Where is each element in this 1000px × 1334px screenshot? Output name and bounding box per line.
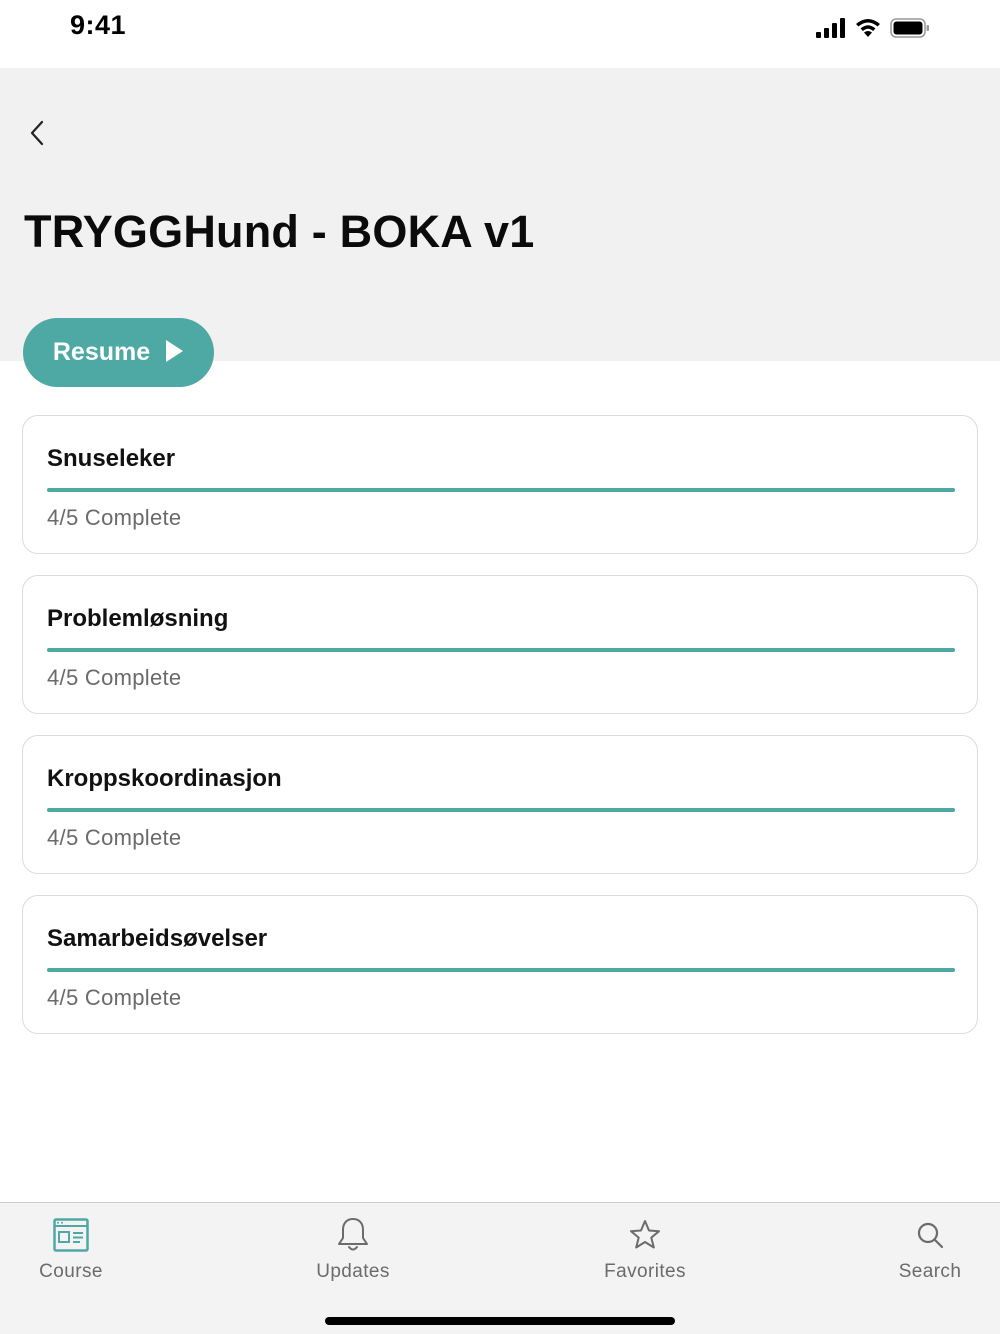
module-list: Snuseleker 4/5 Complete Problemløsning 4…	[22, 415, 978, 1055]
module-title: Problemløsning	[47, 605, 229, 632]
module-progress-fill	[47, 808, 955, 812]
tab-label: Updates	[316, 1261, 390, 1282]
battery-icon	[890, 17, 930, 44]
play-icon	[164, 339, 184, 366]
module-progress-bar	[47, 488, 955, 492]
resume-button[interactable]: Resume	[23, 318, 214, 387]
status-icons	[816, 17, 930, 44]
module-title: Samarbeidsøvelser	[47, 925, 268, 952]
back-button[interactable]	[20, 118, 54, 152]
tab-course[interactable]: Course	[30, 1215, 112, 1283]
module-status: 4/5 Complete	[47, 985, 182, 1010]
module-card[interactable]: Problemløsning 4/5 Complete	[22, 575, 978, 714]
chevron-left-icon	[28, 119, 46, 152]
search-icon	[915, 1215, 945, 1255]
module-title: Snuseleker	[47, 445, 176, 472]
signal-icon	[816, 17, 846, 44]
module-progress-fill	[47, 648, 955, 652]
bell-icon	[336, 1215, 370, 1255]
tab-label: Search	[898, 1261, 962, 1282]
module-status: 4/5 Complete	[47, 505, 182, 530]
tab-label: Favorites	[604, 1261, 686, 1282]
module-status: 4/5 Complete	[47, 825, 182, 850]
module-progress-fill	[47, 968, 955, 972]
home-indicator	[325, 1317, 675, 1325]
status-time: 9:41	[70, 10, 127, 40]
module-progress-bar	[47, 808, 955, 812]
status-bar: 9:41	[0, 0, 1000, 68]
course-icon	[53, 1215, 89, 1255]
module-progress-fill	[47, 488, 955, 492]
module-status: 4/5 Complete	[47, 665, 182, 690]
tab-label: Course	[39, 1261, 103, 1282]
resume-label: Resume	[52, 338, 151, 366]
module-progress-bar	[47, 648, 955, 652]
module-card[interactable]: Snuseleker 4/5 Complete	[22, 415, 978, 554]
tab-bar: Course Updates Favorites Search	[0, 1202, 1000, 1334]
tab-search[interactable]: Search	[890, 1215, 970, 1283]
page-title: TRYGGHund - BOKA v1	[24, 206, 535, 257]
star-icon	[628, 1215, 662, 1255]
module-title: Kroppskoordinasjon	[47, 765, 282, 792]
wifi-icon	[854, 17, 882, 44]
tab-favorites[interactable]: Favorites	[595, 1215, 695, 1283]
module-progress-bar	[47, 968, 955, 972]
module-card[interactable]: Kroppskoordinasjon 4/5 Complete	[22, 735, 978, 874]
tab-updates[interactable]: Updates	[303, 1215, 403, 1283]
module-card[interactable]: Samarbeidsøvelser 4/5 Complete	[22, 895, 978, 1034]
